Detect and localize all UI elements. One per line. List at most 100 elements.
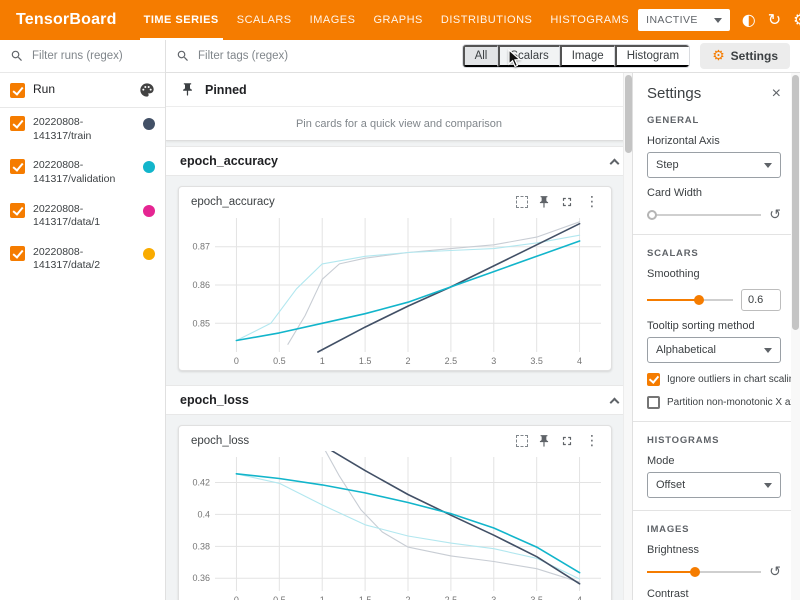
filter-runs-box[interactable]: Filter runs (regex) [0,40,165,73]
settings-button[interactable]: ⚙ Settings [700,43,790,69]
smoothing-slider[interactable] [647,294,733,306]
svg-text:0.5: 0.5 [273,595,286,600]
horizontal-axis-label: Horizontal Axis [647,135,781,147]
contrast-label: Contrast [647,588,781,600]
tab-graphs[interactable]: GRAPHS [364,0,431,40]
reload-status-select[interactable]: INACTIVE [638,9,730,31]
svg-text:1.5: 1.5 [359,595,372,600]
svg-text:4: 4 [577,356,582,366]
run-color-dot[interactable] [143,205,155,217]
svg-text:0.85: 0.85 [192,318,210,328]
tab-time-series[interactable]: TIME SERIES [135,0,228,40]
run-checkbox[interactable] [10,116,25,131]
run-color-dot[interactable] [143,118,155,130]
general-heading: GENERAL [647,115,781,126]
mouse-cursor-icon [508,49,522,69]
chevron-up-icon[interactable] [610,158,620,168]
settings-gear-icon[interactable]: ⚙ [793,12,800,28]
ignore-outliers-label: Ignore outliers in chart scaling [667,374,791,385]
chevron-up-icon[interactable] [610,397,620,407]
app-logo[interactable]: TensorBoard [0,0,135,40]
slider-thumb[interactable] [647,210,657,220]
fullscreen-icon[interactable] [560,195,574,209]
tensorboard-app: TensorBoard TIME SERIES SCALARS IMAGES G… [0,0,800,600]
pin-icon [180,82,195,97]
runs-sidebar: Filter runs (regex) Run 20220808-141317/… [0,40,166,600]
toggle-histogram[interactable]: Histogram [615,45,689,67]
settings-scrollbar[interactable] [791,73,800,600]
run-row-data-2[interactable]: 20220808-141317/data/2 [0,238,165,281]
toggle-all[interactable]: All [463,45,499,67]
svg-text:0.42: 0.42 [192,478,210,488]
theme-toggle-icon[interactable]: ◐ [742,12,756,28]
reset-icon[interactable]: ↺ [769,565,781,579]
data-table-toggle-icon[interactable] [516,435,528,447]
run-label: 20220808-141317/validation [33,159,135,186]
tags-toolbar: Filter tags (regex) All Scalars Image Hi… [166,40,800,73]
svg-text:0.86: 0.86 [192,280,210,290]
run-checkbox[interactable] [10,159,25,174]
card-zone-accuracy: epoch_accuracy ⋮ 00.511.522.533.540.850.… [166,176,632,385]
filter-runs-placeholder: Filter runs (regex) [32,50,123,62]
smoothing-input[interactable]: 0.6 [741,289,781,311]
section-title: epoch_loss [180,393,249,407]
palette-icon[interactable] [139,82,155,98]
section-epoch-accuracy[interactable]: epoch_accuracy [166,146,632,176]
pin-icon[interactable] [537,434,551,448]
histogram-mode-value: Offset [656,479,685,491]
filter-tags-box[interactable]: Filter tags (regex) [176,49,452,63]
main-scrollbar[interactable] [623,73,632,600]
epoch-loss-chart[interactable]: 00.511.522.533.540.360.380.40.42 [179,451,611,600]
svg-text:3.5: 3.5 [530,356,543,366]
svg-text:0: 0 [234,595,239,600]
reset-icon[interactable]: ↺ [769,208,781,222]
images-heading: IMAGES [647,524,781,535]
ignore-outliers-row[interactable]: Ignore outliers in chart scaling [647,373,781,386]
tooltip-sorting-label: Tooltip sorting method [647,320,781,332]
card-width-slider[interactable] [647,209,761,221]
fullscreen-icon[interactable] [560,434,574,448]
histogram-mode-select[interactable]: Offset [647,472,781,498]
chevron-down-icon [764,348,772,353]
partition-x-axis-checkbox[interactable] [647,396,660,409]
section-title: epoch_accuracy [180,154,278,168]
main-nav: TIME SERIES SCALARS IMAGES GRAPHS DISTRI… [135,0,639,40]
tab-distributions[interactable]: DISTRIBUTIONS [432,0,541,40]
tab-images[interactable]: IMAGES [301,0,365,40]
partition-x-axis-row[interactable]: Partition non-monotonic X axis i [647,396,781,409]
svg-text:1.5: 1.5 [359,356,372,366]
run-checkbox[interactable] [10,203,25,218]
toggle-image[interactable]: Image [560,45,615,67]
scrollbar-thumb[interactable] [792,75,799,330]
more-options-icon[interactable]: ⋮ [583,433,601,449]
run-row-train[interactable]: 20220808-141317/train [0,108,165,151]
tab-histograms[interactable]: HISTOGRAMS [541,0,638,40]
svg-text:3: 3 [491,595,496,600]
ignore-outliers-checkbox[interactable] [647,373,660,386]
card-title: epoch_loss [191,435,249,447]
more-options-icon[interactable]: ⋮ [583,194,601,210]
scrollbar-thumb[interactable] [625,75,632,153]
pin-icon[interactable] [537,195,551,209]
tooltip-sorting-select[interactable]: Alphabetical [647,337,781,363]
run-row-validation[interactable]: 20220808-141317/validation [0,151,165,194]
run-row-data-1[interactable]: 20220808-141317/data/1 [0,195,165,238]
runs-header-row: Run [0,73,165,108]
section-epoch-loss[interactable]: epoch_loss [166,385,632,415]
epoch-accuracy-chart[interactable]: 00.511.522.533.540.850.860.87 [179,212,611,370]
tab-scalars[interactable]: SCALARS [228,0,301,40]
horizontal-axis-select[interactable]: Step [647,152,781,178]
close-icon[interactable]: × [772,86,781,102]
svg-text:0.5: 0.5 [273,356,286,366]
brightness-slider[interactable] [647,566,761,578]
run-color-dot[interactable] [143,161,155,173]
run-checkbox[interactable] [10,246,25,261]
slider-thumb[interactable] [694,295,704,305]
run-color-dot[interactable] [143,248,155,260]
svg-text:3: 3 [491,356,496,366]
slider-thumb[interactable] [690,567,700,577]
select-all-runs-checkbox[interactable] [10,83,25,98]
refresh-icon[interactable]: ↻ [768,12,781,28]
svg-text:3.5: 3.5 [530,595,543,600]
data-table-toggle-icon[interactable] [516,196,528,208]
